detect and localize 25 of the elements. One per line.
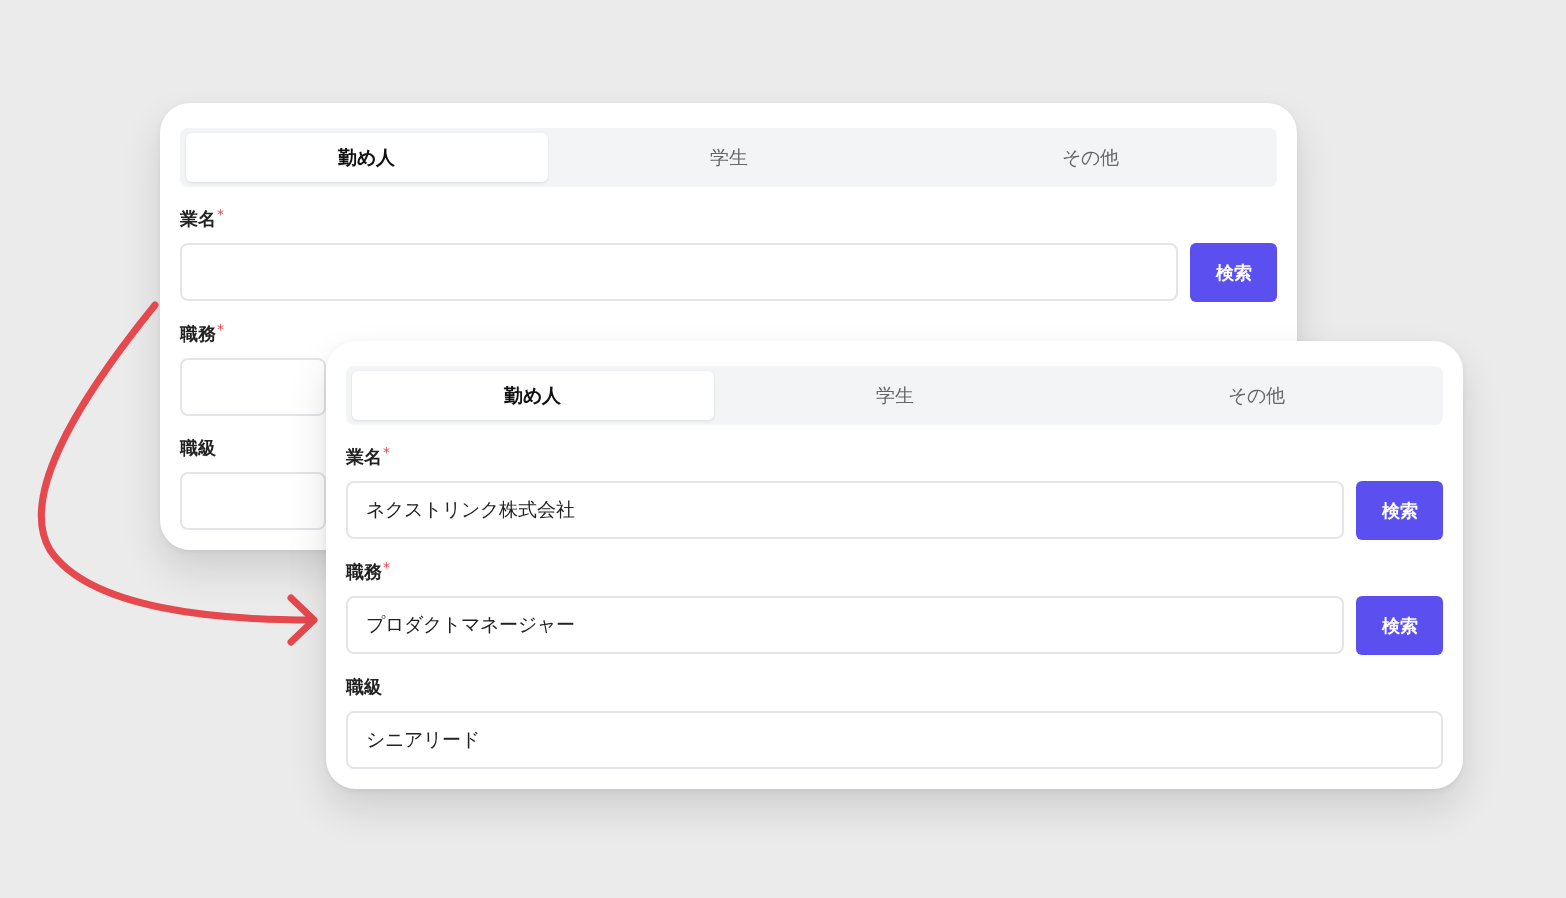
field-label: 職務 [346,560,382,584]
field-label: 職級 [346,675,382,699]
search-button[interactable]: 検索 [1356,596,1443,655]
input-field[interactable]: ネクストリンク株式会社 [346,481,1344,539]
field-label: 業名 [346,445,382,469]
tab[interactable]: その他 [1075,371,1437,420]
required-mark: * [217,322,224,336]
field-label: 業名 [180,207,216,231]
search-button[interactable]: 検索 [1190,243,1277,302]
input-field[interactable]: シニアリード [346,711,1443,769]
tab[interactable]: 勤め人 [186,133,548,182]
tab[interactable]: 学生 [713,371,1076,420]
tab[interactable]: 勤め人 [352,371,714,420]
input-field[interactable] [180,472,326,530]
tab[interactable]: その他 [909,133,1271,182]
required-mark: * [217,207,224,221]
input-field[interactable]: プロダクトマネージャー [346,596,1344,654]
input-field[interactable] [180,243,1178,301]
required-mark: * [383,445,390,459]
tab[interactable]: 学生 [547,133,910,182]
required-mark: * [383,560,390,574]
field-label: 職級 [180,436,216,460]
input-field[interactable] [180,358,326,416]
search-button[interactable]: 検索 [1356,481,1443,540]
field-label: 職務 [180,322,216,346]
